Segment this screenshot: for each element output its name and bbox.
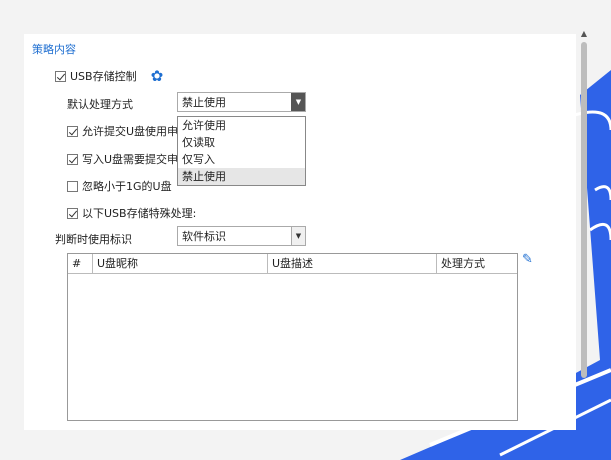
table-header: # U盘昵称 U盘描述 处理方式 xyxy=(68,254,517,274)
option-allow-request-checkbox[interactable] xyxy=(67,125,78,137)
option-write-request[interactable]: 写入U盘需要提交申 xyxy=(67,151,178,167)
default-handling-value: 禁止使用 xyxy=(182,96,226,109)
scroll-thumb[interactable] xyxy=(581,42,587,378)
option-allow-request-label: 允许提交U盘使用申 xyxy=(82,125,179,138)
policy-panel: 策略内容 USB存储控制 ✿ 默认处理方式 禁止使用 ▼ 允许使用 仅读取 仅写… xyxy=(24,34,576,430)
dropdown-option-write-only[interactable]: 仅写入 xyxy=(178,151,305,168)
section-title: 策略内容 xyxy=(32,43,76,56)
default-handling-label: 默认处理方式 xyxy=(67,98,133,111)
option-write-request-label: 写入U盘需要提交申 xyxy=(82,153,179,166)
dropdown-option-read-only[interactable]: 仅读取 xyxy=(178,134,305,151)
scroll-up-icon[interactable]: ▲ xyxy=(578,28,590,40)
option-special-handling[interactable]: 以下USB存储特殊处理: xyxy=(67,205,196,221)
option-special-handling-checkbox[interactable] xyxy=(67,207,78,219)
column-index[interactable]: # xyxy=(68,254,93,273)
gear-icon[interactable]: ✿ xyxy=(151,68,164,84)
column-handling[interactable]: 处理方式 xyxy=(437,254,517,273)
option-special-handling-label: 以下USB存储特殊处理: xyxy=(82,207,197,220)
column-nickname[interactable]: U盘昵称 xyxy=(93,254,268,273)
usb-table: # U盘昵称 U盘描述 处理方式 xyxy=(67,253,518,421)
pencil-icon[interactable]: ✎ xyxy=(522,252,533,267)
usb-control-row[interactable]: USB存储控制 ✿ xyxy=(55,68,163,84)
option-write-request-checkbox[interactable] xyxy=(67,153,78,165)
default-handling-select[interactable]: 禁止使用 ▼ xyxy=(177,92,306,112)
identify-label: 判断时使用标识 xyxy=(55,233,132,246)
handling-dropdown[interactable]: 允许使用 仅读取 仅写入 禁止使用 xyxy=(177,116,306,186)
vertical-scrollbar[interactable]: ▲ xyxy=(578,28,590,378)
identify-select[interactable]: 软件标识 ▼ xyxy=(177,226,306,246)
chevron-down-icon[interactable]: ▼ xyxy=(291,227,305,245)
option-ignore-small-checkbox[interactable] xyxy=(67,180,78,192)
option-allow-request[interactable]: 允许提交U盘使用申 xyxy=(67,123,178,139)
identify-value: 软件标识 xyxy=(182,230,226,243)
usb-control-label: USB存储控制 xyxy=(70,70,137,83)
dropdown-option-allow[interactable]: 允许使用 xyxy=(178,117,305,134)
column-description[interactable]: U盘描述 xyxy=(268,254,437,273)
dropdown-option-forbid[interactable]: 禁止使用 xyxy=(178,168,305,185)
chevron-down-icon[interactable]: ▼ xyxy=(291,93,305,111)
option-ignore-small-label: 忽略小于1G的U盘 xyxy=(82,180,172,193)
usb-control-checkbox[interactable] xyxy=(55,70,66,82)
option-ignore-small[interactable]: 忽略小于1G的U盘 xyxy=(67,178,172,194)
